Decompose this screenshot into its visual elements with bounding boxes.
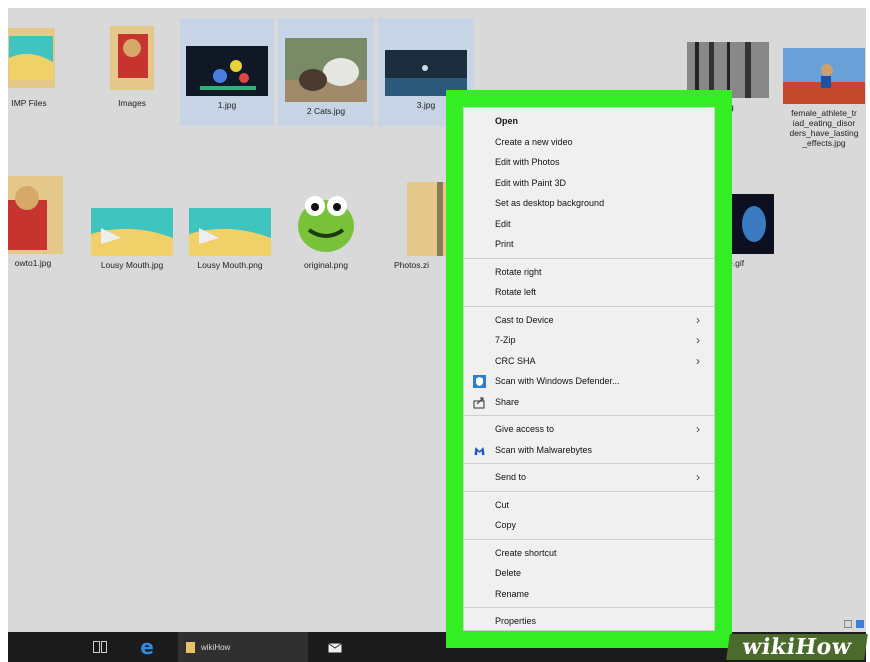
context-menu: Open Create a new video Edit with Photos Ed… [463,107,715,631]
menu-item-label: Create shortcut [495,547,557,558]
image-thumbnail [186,46,268,96]
chevron-right-icon: › [696,312,700,327]
image-thumbnail [726,194,774,254]
file-explorer-icon [186,641,195,653]
folder-thumbnail [8,28,55,88]
menu-item-label: Cut [495,499,510,510]
menu-item-label: Properties [495,616,537,626]
image-thumbnail [91,208,173,256]
menu-item-delete[interactable]: Delete [464,563,714,584]
menu-item-set-as-desktop-background[interactable]: Set as desktop background [464,193,714,214]
defender-icon [473,375,486,388]
menu-item-label: Edit with Photos [495,157,560,167]
menu-item-7-zip[interactable]: 7-Zip › [464,330,714,351]
task-view-icon[interactable] [86,632,114,662]
menu-item-cast-to-device[interactable]: Cast to Device › [464,310,714,331]
menu-separator [464,415,714,416]
file-lousy-mouth-jpg[interactable]: Lousy Mouth.jpg [84,176,180,284]
menu-item-print[interactable]: Print [464,234,714,255]
file-explorer-view: IMP Files Images 1.jpg 2 Cats.jpg 3.jpg … [8,8,866,632]
file-lousy-mouth-png[interactable]: Lousy Mouth.png [182,176,278,284]
menu-item-label: Scan with Malwarebytes [495,444,593,455]
menu-item-label: Create a new video [495,136,573,147]
menu-item-create-shortcut[interactable]: Create shortcut [464,543,714,564]
menu-item-cut[interactable]: Cut [464,495,714,516]
folder-images[interactable]: Images [92,18,172,126]
menu-separator [464,538,714,540]
menu-item-label: Give access to [495,424,555,434]
menu-separator [464,305,714,307]
chevron-right-icon: › [696,422,700,436]
share-icon [473,396,486,409]
menu-item-label: 7-Zip [495,335,516,345]
menu-separator [464,490,714,492]
menu-item-label: Cast to Device [495,314,554,325]
view-toggle-icon[interactable] [856,620,864,628]
edge-icon[interactable]: e [132,632,162,662]
menu-item-rename[interactable]: Rename [464,584,714,605]
menu-item-edit-with-photos[interactable]: Edit with Photos [464,152,714,173]
menu-item-label: CRC SHA [495,355,536,366]
menu-item-create-a-new-video[interactable]: Create a new video [464,132,714,153]
file-2-cats-jpg[interactable]: 2 Cats.jpg [278,18,374,126]
menu-item-rotate-right[interactable]: Rotate right [464,262,714,283]
menu-item-crc-sha[interactable]: CRC SHA › [464,351,714,372]
image-thumbnail [189,208,271,256]
file-original-png[interactable]: original.png [278,176,374,284]
image-thumbnail [783,48,865,104]
menu-separator [464,463,714,464]
image-thumbnail [298,196,354,252]
menu-item-properties[interactable]: Properties [464,611,714,632]
image-female-athlete[interactable]: female_athlete_tr iad_eating_disor ders_… [782,18,866,178]
menu-item-label: Edit with Paint 3D [495,177,567,188]
menu-item-send-to[interactable]: Send to › [464,467,714,488]
menu-separator [464,607,714,608]
menu-item-label: Rename [495,588,530,599]
menu-item-share[interactable]: Share [464,392,714,413]
menu-item-copy[interactable]: Copy [464,515,714,536]
menu-item-rotate-left[interactable]: Rotate left [464,282,714,303]
file-photos-zip[interactable]: Photos.zi [394,176,454,284]
menu-item-label: Print [495,239,514,249]
menu-item-label: Set as desktop background [495,198,605,208]
menu-item-label: Delete [495,568,522,578]
file-owto1-jpg[interactable]: owto1.jpg [8,176,68,284]
menu-item-label: Rotate right [495,266,542,277]
taskbar-wikihow-window[interactable]: wikiHow [178,632,308,662]
menu-item-label: Scan with Windows Defender... [495,376,620,386]
menu-item-label: Share [495,396,520,407]
chevron-right-icon: › [696,470,700,484]
menu-separator [464,257,714,259]
chevron-right-icon: › [696,333,700,347]
menu-item-label: Open [495,116,519,126]
folder-imp-files[interactable]: IMP Files [8,18,64,126]
menu-item-label: Rotate left [495,287,537,297]
menu-item-edit[interactable]: Edit [464,214,714,235]
chevron-right-icon: › [696,353,700,368]
taskbar-window-label: wikiHow [201,642,231,652]
mail-icon[interactable] [320,632,350,662]
view-toggle-icon[interactable] [844,620,852,628]
file-1-jpg[interactable]: 1.jpg [180,18,274,126]
menu-item-label: Send to [495,472,527,482]
wikihow-watermark: wikiHow [726,634,868,660]
menu-item-label: Copy [495,520,517,530]
menu-item-give-access-to[interactable]: Give access to › [464,419,714,440]
image-thumbnail [285,38,367,102]
menu-item-scan-with-malwarebytes[interactable]: Scan with Malwarebytes [464,440,714,461]
menu-item-scan-with-windows-defender[interactable]: Scan with Windows Defender... [464,371,714,392]
menu-item-edit-with-paint-3d[interactable]: Edit with Paint 3D [464,173,714,194]
zip-folder-thumbnail [407,182,447,256]
menu-item-label: Edit [495,218,511,229]
malwarebytes-icon [473,444,486,457]
menu-item-open[interactable]: Open [464,111,714,132]
image-thumbnail [8,176,63,254]
folder-thumbnail [110,26,154,90]
